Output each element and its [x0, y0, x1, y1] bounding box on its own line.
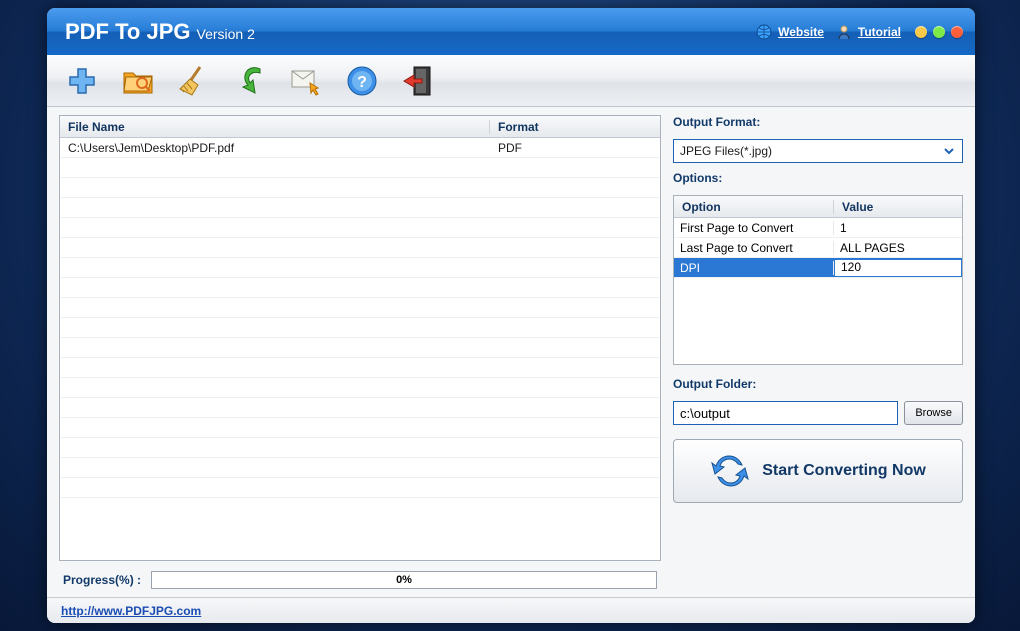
- convert-button[interactable]: [223, 59, 277, 103]
- person-icon: [836, 24, 852, 40]
- option-name: Last Page to Convert: [674, 241, 834, 255]
- output-folder-label: Output Folder:: [673, 377, 963, 391]
- exit-door-icon: [400, 63, 436, 99]
- help-button[interactable]: ?: [335, 59, 389, 103]
- app-window: PDF To JPG Version 2 Website Tutorial: [47, 8, 975, 623]
- question-circle-icon: ?: [344, 63, 380, 99]
- toolbar: ?: [47, 55, 975, 107]
- maximize-button[interactable]: [933, 26, 945, 38]
- progress-percent: 0%: [152, 572, 656, 588]
- table-row[interactable]: .: [60, 218, 660, 238]
- exit-button[interactable]: [391, 59, 445, 103]
- option-row[interactable]: Last Page to ConvertALL PAGES: [674, 238, 962, 258]
- cell-format: PDF: [490, 141, 660, 155]
- footer-url-link[interactable]: http://www.PDFJPG.com: [61, 604, 201, 618]
- option-name: First Page to Convert: [674, 221, 834, 235]
- options-header: Option Value: [674, 196, 962, 218]
- header-value[interactable]: Value: [834, 200, 962, 214]
- option-value[interactable]: 1: [834, 221, 962, 235]
- option-value[interactable]: ALL PAGES: [834, 241, 962, 255]
- start-convert-button[interactable]: Start Converting Now: [673, 439, 963, 503]
- table-row[interactable]: .: [60, 298, 660, 318]
- browse-button[interactable]: Browse: [904, 401, 963, 425]
- file-list-grid[interactable]: File Name Format C:\Users\Jem\Desktop\PD…: [59, 115, 661, 561]
- table-row[interactable]: .: [60, 198, 660, 218]
- table-row[interactable]: .: [60, 478, 660, 498]
- globe-icon: [756, 24, 772, 40]
- table-row[interactable]: .: [60, 238, 660, 258]
- option-name: DPI: [674, 261, 834, 275]
- option-value[interactable]: 120: [834, 259, 962, 277]
- options-grid[interactable]: Option Value First Page to Convert1Last …: [673, 195, 963, 365]
- table-row[interactable]: .: [60, 418, 660, 438]
- table-row[interactable]: .: [60, 318, 660, 338]
- email-button[interactable]: [279, 59, 333, 103]
- tutorial-link[interactable]: Tutorial: [858, 25, 901, 39]
- file-grid-header: File Name Format: [60, 116, 660, 138]
- table-row[interactable]: .: [60, 458, 660, 478]
- left-panel: File Name Format C:\Users\Jem\Desktop\PD…: [59, 115, 661, 593]
- broom-icon: [176, 63, 212, 99]
- close-button[interactable]: [951, 26, 963, 38]
- file-grid-body: C:\Users\Jem\Desktop\PDF.pdfPDF.........…: [60, 138, 660, 560]
- plus-icon: [64, 63, 100, 99]
- progress-row: Progress(%) : 0%: [59, 561, 661, 593]
- envelope-arrow-icon: [288, 63, 324, 99]
- table-row[interactable]: .: [60, 378, 660, 398]
- add-file-button[interactable]: [55, 59, 109, 103]
- progress-label: Progress(%) :: [63, 573, 141, 587]
- header-option[interactable]: Option: [674, 200, 834, 214]
- table-row[interactable]: .: [60, 338, 660, 358]
- table-row[interactable]: .: [60, 278, 660, 298]
- header-format[interactable]: Format: [490, 120, 660, 134]
- convert-label: Start Converting Now: [762, 462, 926, 480]
- output-folder-row: Browse: [673, 401, 963, 425]
- website-link[interactable]: Website: [778, 25, 824, 39]
- cell-file-name: C:\Users\Jem\Desktop\PDF.pdf: [60, 141, 490, 155]
- footer: http://www.PDFJPG.com: [47, 597, 975, 623]
- table-row[interactable]: .: [60, 398, 660, 418]
- table-row[interactable]: .: [60, 158, 660, 178]
- svg-text:?: ?: [357, 74, 367, 91]
- chevron-down-icon: [942, 144, 956, 158]
- titlebar: PDF To JPG Version 2 Website Tutorial: [47, 8, 975, 55]
- progress-bar: 0%: [151, 571, 657, 589]
- option-row[interactable]: DPI120: [674, 258, 962, 278]
- minimize-button[interactable]: [915, 26, 927, 38]
- refresh-arrows-icon: [710, 451, 750, 491]
- open-folder-button[interactable]: [111, 59, 165, 103]
- table-row[interactable]: .: [60, 358, 660, 378]
- folder-search-icon: [120, 63, 156, 99]
- header-file-name[interactable]: File Name: [60, 120, 490, 134]
- right-panel: Output Format: JPEG Files(*.jpg) Options…: [673, 115, 963, 593]
- content-area: File Name Format C:\Users\Jem\Desktop\PD…: [47, 107, 975, 597]
- output-folder-input[interactable]: [673, 401, 898, 425]
- clear-list-button[interactable]: [167, 59, 221, 103]
- arrow-down-icon: [232, 63, 268, 99]
- table-row[interactable]: .: [60, 178, 660, 198]
- options-body: First Page to Convert1Last Page to Conve…: [674, 218, 962, 364]
- options-label: Options:: [673, 171, 963, 185]
- option-row[interactable]: First Page to Convert1: [674, 218, 962, 238]
- table-row[interactable]: .: [60, 438, 660, 458]
- app-version: Version 2: [197, 22, 255, 42]
- output-format-label: Output Format:: [673, 115, 963, 129]
- app-title: PDF To JPG: [65, 19, 191, 45]
- output-format-dropdown[interactable]: JPEG Files(*.jpg): [673, 139, 963, 163]
- table-row[interactable]: C:\Users\Jem\Desktop\PDF.pdfPDF: [60, 138, 660, 158]
- output-format-selected: JPEG Files(*.jpg): [680, 144, 772, 158]
- table-row[interactable]: .: [60, 258, 660, 278]
- window-controls: [915, 26, 963, 38]
